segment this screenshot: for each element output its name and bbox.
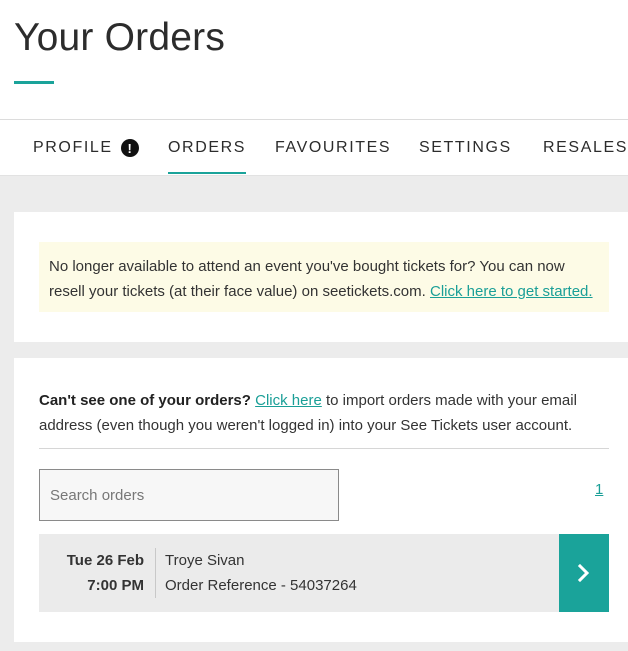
pagination-page-1[interactable]: 1 bbox=[595, 481, 603, 498]
search-orders-input[interactable] bbox=[39, 469, 339, 521]
divider bbox=[39, 448, 609, 449]
tab-favourites-label: FAVOURITES bbox=[275, 139, 392, 156]
order-artist: Troye Sivan bbox=[165, 552, 245, 569]
order-details: Troye Sivan Order Reference - 54037264 bbox=[165, 548, 357, 598]
order-row[interactable]: Tue 26 Feb 7:00 PM Troye Sivan Order Ref… bbox=[39, 534, 609, 612]
order-datetime: Tue 26 Feb 7:00 PM bbox=[39, 548, 144, 598]
exclamation-circle-icon: ! bbox=[120, 139, 139, 157]
order-time: 7:00 PM bbox=[87, 577, 144, 594]
order-divider bbox=[155, 548, 156, 598]
account-tabs: PROFILE ! ORDERS FAVOURITES SETTINGS RES… bbox=[0, 120, 628, 176]
get-started-link[interactable]: Click here to get started. bbox=[430, 283, 593, 300]
order-reference: Order Reference - 54037264 bbox=[165, 577, 357, 594]
resale-card: No longer available to attend an event y… bbox=[14, 212, 628, 342]
resale-notice: No longer available to attend an event y… bbox=[39, 242, 609, 312]
tab-resales-label: RESALES bbox=[543, 139, 628, 156]
orders-card: Can't see one of your orders? Click here… bbox=[14, 358, 628, 642]
import-notice-heading: Can't see one of your orders? bbox=[39, 392, 251, 409]
import-orders-notice: Can't see one of your orders? Click here… bbox=[39, 388, 609, 438]
import-orders-link[interactable]: Click here bbox=[255, 392, 322, 409]
title-underline bbox=[14, 81, 54, 84]
page-title: Your Orders bbox=[14, 16, 226, 59]
tab-orders[interactable]: ORDERS bbox=[168, 120, 247, 175]
tab-settings[interactable]: SETTINGS bbox=[419, 120, 512, 175]
open-order-button[interactable] bbox=[559, 534, 609, 612]
tab-favourites[interactable]: FAVOURITES bbox=[275, 120, 392, 175]
tab-profile[interactable]: PROFILE ! bbox=[33, 120, 139, 175]
tab-profile-label: PROFILE bbox=[33, 139, 113, 156]
tab-orders-label: ORDERS bbox=[168, 139, 247, 156]
tab-resales[interactable]: RESALES bbox=[543, 120, 628, 175]
order-date: Tue 26 Feb bbox=[66, 552, 144, 569]
chevron-right-icon bbox=[577, 564, 590, 582]
tab-settings-label: SETTINGS bbox=[419, 139, 512, 156]
page-header: Your Orders bbox=[0, 0, 628, 120]
